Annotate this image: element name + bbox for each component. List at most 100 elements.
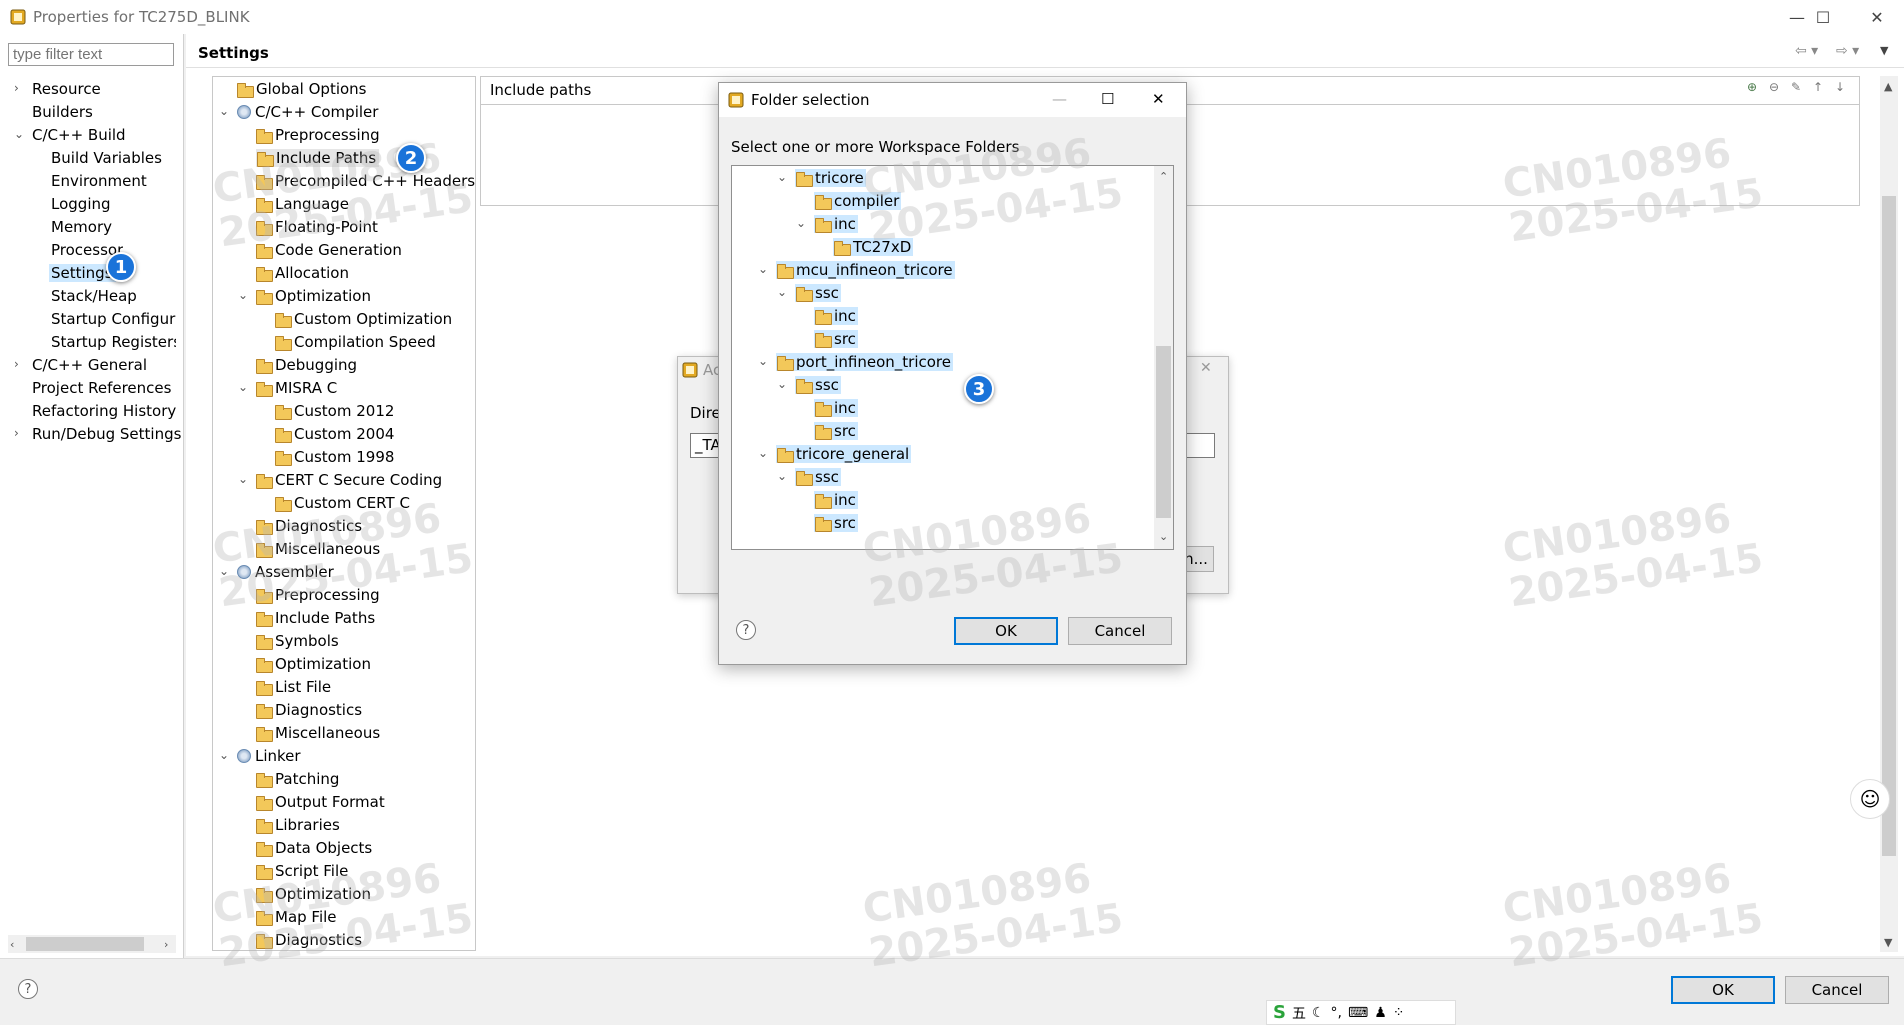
nav-item-run-debug-settings[interactable]: Run/Debug Settings — [32, 425, 181, 443]
tool-item-allocation[interactable]: Allocation — [256, 264, 349, 282]
folder-dialog-help-icon[interactable]: ? — [736, 620, 756, 640]
keyboard-icon[interactable]: ⌨ — [1348, 1005, 1368, 1021]
expander-icon[interactable]: ⌄ — [796, 216, 806, 230]
folder-item-inc[interactable]: inc — [814, 399, 858, 417]
folder-dialog-maximize-icon[interactable]: ☐ — [1101, 90, 1114, 108]
folder-item-ssc[interactable]: ssc — [795, 376, 841, 394]
add-directory-close-icon[interactable]: ✕ — [1200, 360, 1212, 376]
back-nav-icon[interactable]: ⇦ ▾ — [1795, 43, 1818, 59]
folder-item-tricore[interactable]: tricore — [795, 169, 866, 187]
tool-item-custom-1998[interactable]: Custom 1998 — [275, 448, 394, 466]
scroll-down-icon[interactable]: ▼ — [1884, 936, 1892, 949]
expander-icon[interactable]: ⌄ — [238, 472, 248, 486]
folder-scroll-up-icon[interactable]: ⌃ — [1159, 170, 1168, 183]
tool-item-custom-2004[interactable]: Custom 2004 — [275, 425, 394, 443]
edit-path-icon[interactable]: ✎ — [1788, 80, 1804, 96]
tool-item-cert-c-secure-coding[interactable]: CERT C Secure Coding — [256, 471, 442, 489]
tool-item-diagnostics[interactable]: Diagnostics — [256, 701, 362, 719]
expander-icon[interactable]: ⌄ — [238, 380, 248, 394]
view-menu-icon[interactable]: ▼ — [1880, 44, 1888, 57]
folder-item-src[interactable]: src — [814, 514, 858, 532]
folder-item-src[interactable]: src — [814, 330, 858, 348]
content-vscroll-thumb[interactable] — [1882, 196, 1896, 856]
folder-scroll-down-icon[interactable]: ⌄ — [1159, 530, 1168, 543]
nav-item-c-c-general[interactable]: C/C++ General — [32, 356, 147, 374]
help-icon[interactable]: ? — [18, 979, 38, 999]
tool-item-output-format[interactable]: Output Format — [256, 793, 385, 811]
tool-item-data-objects[interactable]: Data Objects — [256, 839, 372, 857]
expander-icon[interactable]: ⌄ — [219, 748, 229, 762]
tool-item-patching[interactable]: Patching — [256, 770, 339, 788]
tool-item-c-c-compiler[interactable]: C/C++ Compiler — [237, 103, 378, 121]
folder-item-port-infineon-tricore[interactable]: port_infineon_tricore — [776, 353, 953, 371]
close-button[interactable]: ✕ — [1850, 0, 1904, 34]
nav-item-refactoring-history[interactable]: Refactoring History — [32, 402, 176, 420]
nav-item-resource[interactable]: Resource — [32, 80, 101, 98]
nav-item-builders[interactable]: Builders — [32, 103, 93, 121]
add-path-icon[interactable]: ⊕ — [1744, 80, 1760, 96]
folder-item-ssc[interactable]: ssc — [795, 468, 841, 486]
folder-item-tricore-general[interactable]: tricore_general — [776, 445, 912, 463]
expander-icon[interactable]: ⌄ — [777, 170, 787, 184]
left-nav-hscroll-thumb[interactable] — [26, 937, 144, 951]
folder-dialog-ok-button[interactable]: OK — [954, 617, 1058, 645]
left-nav-hscrollbar[interactable]: ‹ › — [8, 935, 176, 953]
nav-item-c-c-build[interactable]: C/C++ Build — [32, 126, 126, 144]
expander-icon[interactable]: › — [14, 426, 19, 440]
cancel-button[interactable]: Cancel — [1785, 976, 1889, 1004]
tool-item-miscellaneous[interactable]: Miscellaneous — [256, 724, 380, 742]
folder-item-mcu-infineon-tricore[interactable]: mcu_infineon_tricore — [776, 261, 955, 279]
expander-icon[interactable]: ⌄ — [777, 377, 787, 391]
folder-item-inc[interactable]: inc — [814, 491, 858, 509]
folder-item-inc[interactable]: inc — [814, 307, 858, 325]
tool-item-preprocessing[interactable]: Preprocessing — [256, 126, 380, 144]
tool-item-misra-c[interactable]: MISRA C — [256, 379, 337, 397]
tool-item-debugging[interactable]: Debugging — [256, 356, 357, 374]
folder-item-ssc[interactable]: ssc — [795, 284, 841, 302]
nav-item-memory[interactable]: Memory — [51, 218, 112, 236]
folder-dialog-close-icon[interactable]: ✕ — [1152, 90, 1165, 108]
expander-icon[interactable]: ⌄ — [219, 104, 229, 118]
scroll-right-icon[interactable]: › — [164, 938, 168, 951]
nav-item-startup-registers[interactable]: Startup Registers — [51, 333, 176, 351]
folder-dialog-cancel-button[interactable]: Cancel — [1068, 617, 1172, 645]
scroll-up-icon[interactable]: ▲ — [1884, 80, 1892, 93]
tool-item-custom-2012[interactable]: Custom 2012 — [275, 402, 394, 420]
nav-item-build-variables[interactable]: Build Variables — [51, 149, 162, 167]
folder-dialog-minimize-icon[interactable]: — — [1052, 90, 1067, 108]
filter-input[interactable] — [8, 43, 174, 66]
expander-icon[interactable]: ⌄ — [758, 354, 768, 368]
nav-item-project-references[interactable]: Project References — [32, 379, 171, 397]
expander-icon[interactable]: ⌄ — [238, 288, 248, 302]
expander-icon[interactable]: ⌄ — [758, 262, 768, 276]
tool-item-list-file[interactable]: List File — [256, 678, 331, 696]
tool-item-custom-optimization[interactable]: Custom Optimization — [275, 310, 452, 328]
maximize-button[interactable]: ☐ — [1796, 0, 1850, 34]
tool-item-symbols[interactable]: Symbols — [256, 632, 339, 650]
scroll-left-icon[interactable]: ‹ — [10, 938, 14, 951]
nav-item-environment[interactable]: Environment — [51, 172, 147, 190]
moon-icon[interactable]: ☾ — [1312, 1005, 1325, 1021]
folder-tree-vscroll-thumb[interactable] — [1156, 346, 1171, 518]
ok-button[interactable]: OK — [1671, 976, 1775, 1004]
expander-icon[interactable]: › — [14, 357, 19, 371]
move-down-icon[interactable]: ↓ — [1832, 80, 1848, 96]
tool-item-linker[interactable]: Linker — [237, 747, 301, 765]
nav-item-stack-heap[interactable]: Stack/Heap — [51, 287, 137, 305]
assistant-avatar[interactable]: ☺ — [1850, 779, 1890, 819]
tool-item-include-paths[interactable]: Include Paths — [256, 609, 375, 627]
user-icon[interactable]: ♟ — [1374, 1005, 1387, 1021]
tool-item-compilation-speed[interactable]: Compilation Speed — [275, 333, 436, 351]
expander-icon[interactable]: › — [14, 81, 19, 95]
tool-item-optimization[interactable]: Optimization — [256, 287, 371, 305]
move-up-icon[interactable]: ↑ — [1810, 80, 1826, 96]
ime-toolbar[interactable]: S 五 ☾ °, ⌨ ♟ ⁘ — [1266, 1000, 1456, 1025]
delete-path-icon[interactable]: ⊖ — [1766, 80, 1782, 96]
tool-item-optimization[interactable]: Optimization — [256, 655, 371, 673]
expander-icon[interactable]: ⌄ — [777, 469, 787, 483]
tool-item-libraries[interactable]: Libraries — [256, 816, 340, 834]
punctuation-icon[interactable]: °, — [1331, 1005, 1342, 1021]
expander-icon[interactable]: ⌄ — [777, 285, 787, 299]
apps-icon[interactable]: ⁘ — [1393, 1005, 1405, 1021]
nav-item-startup-configurat[interactable]: Startup Configurat — [51, 310, 176, 328]
